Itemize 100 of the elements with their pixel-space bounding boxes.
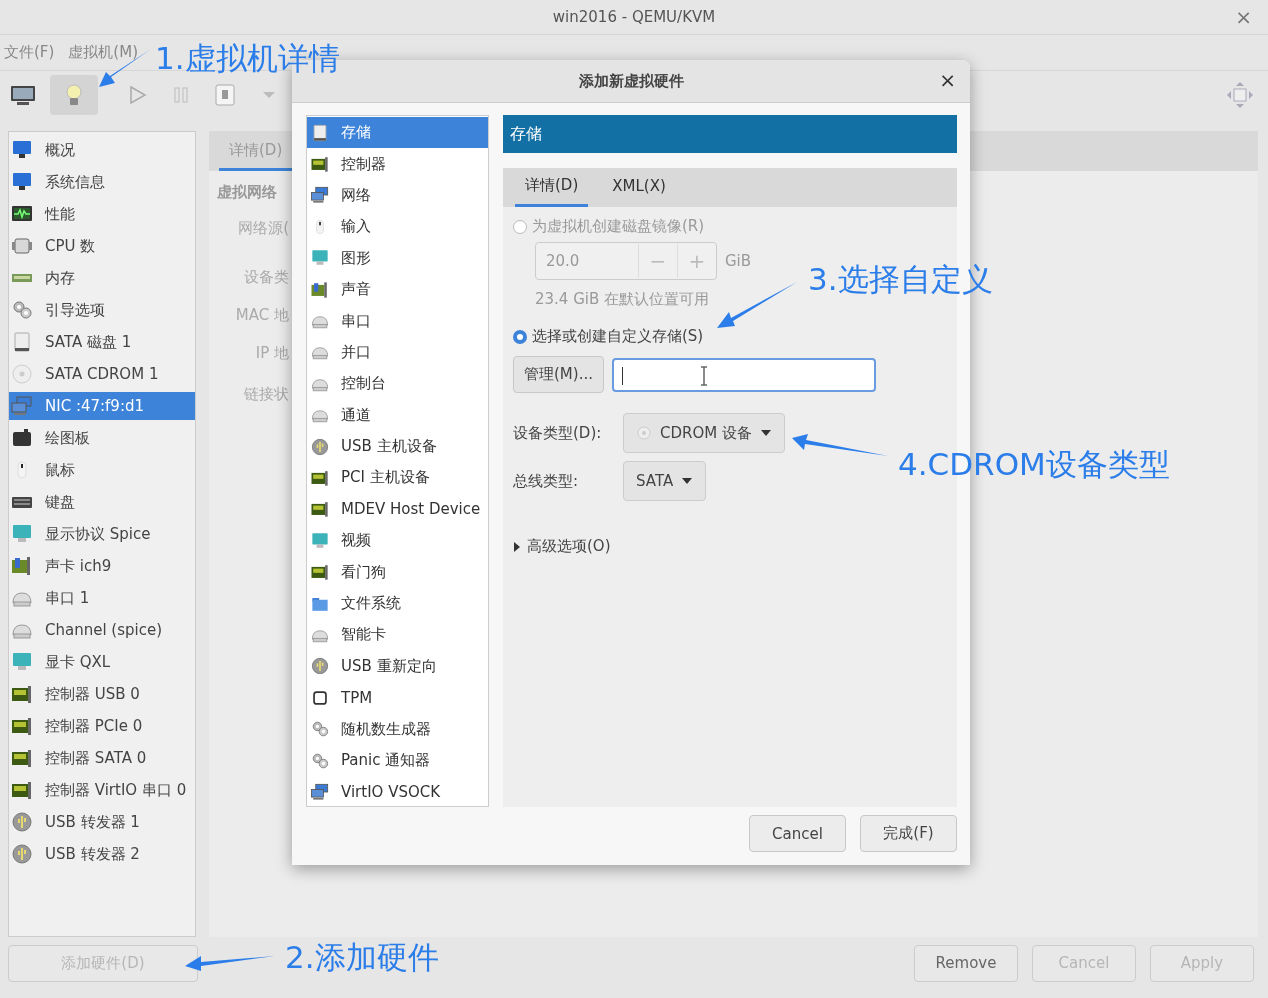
expansion-card-icon bbox=[310, 154, 330, 174]
radio-option[interactable]: 选择或创建自定义存储(S) bbox=[513, 327, 947, 346]
usb-icon bbox=[310, 657, 330, 676]
drive-icon bbox=[11, 331, 33, 353]
advanced-options-expander[interactable]: 高级选项(O) bbox=[513, 537, 947, 556]
network-computers-icon bbox=[11, 395, 33, 417]
monitor-icon bbox=[11, 171, 33, 193]
device-type-item[interactable]: PCI 主机设备 bbox=[307, 462, 488, 494]
hardware-item[interactable]: 引导选项 bbox=[9, 294, 195, 326]
tablet-icon bbox=[11, 427, 33, 449]
expansion-card-icon bbox=[11, 779, 33, 801]
field-label: 设备类 bbox=[244, 268, 289, 287]
hardware-item[interactable]: 控制器 VirtIO 串口 0 bbox=[9, 774, 195, 806]
device-type-item[interactable]: 存储 bbox=[307, 117, 488, 149]
field-label: 网络源( bbox=[238, 219, 289, 238]
hardware-item[interactable]: 声卡 ich9 bbox=[9, 550, 195, 582]
caret-icon bbox=[759, 429, 772, 437]
hardware-item[interactable]: SATA 磁盘 1 bbox=[9, 326, 195, 358]
hardware-item[interactable]: 性能 bbox=[9, 198, 195, 230]
close-button[interactable]: × bbox=[935, 68, 960, 92]
display-icon bbox=[310, 531, 330, 551]
device-type-item[interactable]: TPM bbox=[307, 682, 488, 714]
hardware-item[interactable]: 鼠标 bbox=[9, 454, 195, 486]
close-button[interactable]: × bbox=[1231, 5, 1256, 29]
device-type-item[interactable]: 视频 bbox=[307, 525, 488, 557]
hardware-item[interactable]: 概况 bbox=[9, 134, 195, 166]
annotation-text: 4.CDROM设备类型 bbox=[898, 449, 1170, 480]
device-type-item[interactable]: 随机数生成器 bbox=[307, 713, 488, 745]
hardware-item[interactable]: 控制器 USB 0 bbox=[9, 678, 195, 710]
device-type-item[interactable]: 并口 bbox=[307, 336, 488, 369]
hardware-item[interactable]: 显示协议 Spice bbox=[9, 518, 195, 550]
device-type-item[interactable]: 通道 bbox=[307, 399, 488, 431]
display-icon bbox=[310, 248, 330, 268]
field-label: 总线类型: bbox=[513, 471, 580, 491]
expansion-card-icon bbox=[11, 683, 33, 705]
hardware-item[interactable]: 控制器 SATA 0 bbox=[9, 742, 195, 774]
usb-icon bbox=[11, 843, 33, 865]
hardware-item[interactable]: NIC :47:f9:d1 bbox=[9, 392, 195, 420]
field-label: 设备类型(D): bbox=[513, 423, 603, 443]
device-type-item[interactable]: USB 主机设备 bbox=[307, 430, 488, 463]
footer-button[interactable]: Remove bbox=[914, 944, 1018, 982]
device-type-item[interactable]: 看门狗 bbox=[307, 556, 488, 588]
unit-label: GiB bbox=[725, 252, 752, 270]
device-type-item[interactable]: 文件系统 bbox=[307, 587, 488, 620]
expansion-card-icon bbox=[11, 715, 33, 737]
device-type-item[interactable]: 声音 bbox=[307, 273, 488, 306]
device-type-dropdown[interactable]: CDROM 设备 bbox=[623, 413, 785, 453]
hardware-item[interactable]: 键盘 bbox=[9, 486, 195, 518]
hardware-item[interactable]: 系统信息 bbox=[9, 166, 195, 198]
sound-card-icon bbox=[310, 280, 330, 299]
device-type-item[interactable]: 串口 bbox=[307, 305, 488, 337]
hardware-item[interactable]: 串口 1 bbox=[9, 582, 195, 614]
lightbulb-icon[interactable] bbox=[50, 75, 98, 115]
manage-button[interactable]: 管理(M)... bbox=[513, 356, 604, 393]
hardware-item[interactable]: CPU 数 bbox=[9, 230, 195, 262]
device-type-item[interactable]: 控制台 bbox=[307, 368, 488, 400]
hardware-item[interactable]: 显卡 QXL bbox=[9, 646, 195, 678]
hardware-item[interactable]: Channel (spice) bbox=[9, 614, 195, 646]
device-type-item[interactable]: 控制器 bbox=[307, 148, 488, 180]
hardware-item[interactable]: USB 转发器 2 bbox=[9, 838, 195, 870]
gears-icon bbox=[310, 719, 330, 739]
hardware-item[interactable]: 绘图板 bbox=[9, 422, 195, 454]
device-type-item[interactable]: 图形 bbox=[307, 242, 488, 274]
expansion-card-icon bbox=[310, 500, 330, 519]
device-type-item[interactable]: USB 重新定向 bbox=[307, 650, 488, 683]
tab[interactable]: XML(X) bbox=[602, 177, 676, 207]
hardware-item[interactable]: 控制器 PCIe 0 bbox=[9, 710, 195, 742]
caret-icon[interactable] bbox=[262, 91, 276, 99]
annotation-text: 2.添加硬件 bbox=[285, 942, 439, 973]
expander-arrow-icon bbox=[513, 541, 521, 552]
field-label: MAC 地 bbox=[235, 306, 289, 325]
path-input-field[interactable] bbox=[611, 357, 876, 392]
device-type-item[interactable]: MDEV Host Device bbox=[307, 493, 488, 526]
finish-button[interactable]: 完成(F) bbox=[860, 815, 957, 852]
bus-type-dropdown[interactable]: SATA bbox=[623, 461, 707, 501]
device-type-item[interactable]: 智能卡 bbox=[307, 619, 488, 651]
fullscreen-icon[interactable] bbox=[1226, 81, 1254, 109]
window-title: win2016 - QEMU/KVM bbox=[552, 8, 716, 26]
hardware-item[interactable]: SATA CDROM 1 bbox=[9, 358, 195, 390]
cancel-button[interactable]: Cancel bbox=[749, 815, 846, 852]
field-label: IP 地 bbox=[255, 344, 289, 363]
annotation-text: 1.虚拟机详情 bbox=[155, 43, 340, 74]
expansion-card-icon bbox=[310, 468, 330, 488]
disc-icon bbox=[11, 363, 33, 385]
network-computers-icon bbox=[310, 186, 330, 205]
usb-icon bbox=[11, 811, 33, 833]
sound-card-icon bbox=[11, 555, 33, 577]
device-type-item[interactable]: VirtIO VSOCK bbox=[307, 776, 488, 808]
section-heading: 虚拟网络 bbox=[217, 183, 277, 202]
annotation-text: 3.选择自定义 bbox=[808, 264, 993, 295]
hardware-item[interactable]: 内存 bbox=[9, 262, 195, 294]
display-icon bbox=[11, 523, 33, 545]
text-cursor-icon bbox=[699, 365, 708, 386]
panel-title: 存储 bbox=[503, 115, 957, 153]
dialog-title: 添加新虚拟硬件 bbox=[578, 71, 684, 91]
device-type-item[interactable]: 输入 bbox=[307, 211, 488, 243]
network-computers-icon bbox=[310, 782, 330, 802]
device-type-item[interactable]: 网络 bbox=[307, 179, 488, 212]
hardware-item[interactable]: USB 转发器 1 bbox=[9, 806, 195, 838]
device-type-item[interactable]: Panic 通知器 bbox=[307, 744, 488, 777]
